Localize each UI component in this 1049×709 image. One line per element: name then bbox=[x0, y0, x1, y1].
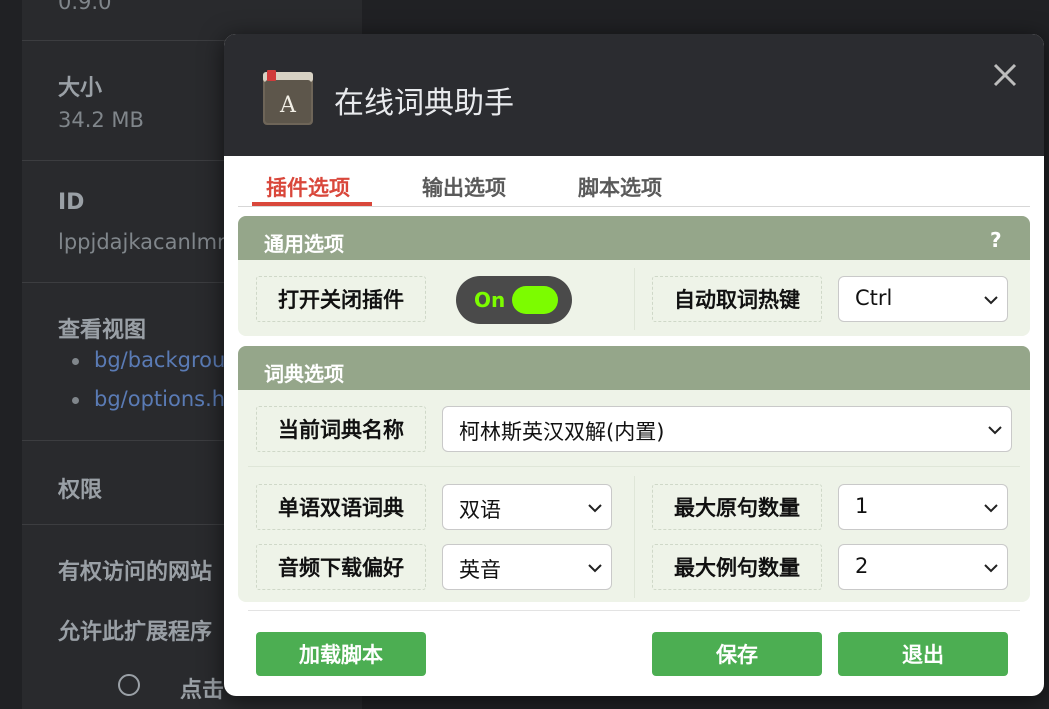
options-dialog: A 在线词典助手 插件选项 输出选项 脚本选项 通用选项 ? 打开关闭插件 On… bbox=[224, 34, 1044, 696]
chevron-down-icon bbox=[984, 296, 998, 305]
section-header: 词典选项 bbox=[238, 346, 1030, 390]
row-divider bbox=[248, 466, 1020, 467]
toggle-state-text: On bbox=[474, 288, 506, 312]
current-dict-value: 柯林斯英汉双解(内置) bbox=[459, 420, 665, 444]
current-dict-select[interactable]: 柯林斯英汉双解(内置) bbox=[442, 406, 1012, 452]
tab-output-options[interactable]: 输出选项 bbox=[422, 172, 506, 202]
svg-text:A: A bbox=[279, 93, 297, 118]
view-link-options[interactable]: bg/options.h bbox=[94, 387, 225, 411]
word-dict-label: 单语双语词典 bbox=[256, 484, 426, 530]
hotkey-label: 自动取词热键 bbox=[652, 276, 822, 322]
load-script-button[interactable]: 加载脚本 bbox=[256, 632, 426, 676]
hotkey-value: Ctrl bbox=[855, 286, 893, 310]
dialog-title: 在线词典助手 bbox=[334, 86, 514, 121]
audio-pref-label: 音频下载偏好 bbox=[256, 544, 426, 590]
chevron-down-icon bbox=[984, 504, 998, 513]
plugin-toggle-switch[interactable]: On bbox=[456, 276, 572, 324]
dictionary-options-section: 词典选项 当前词典名称 柯林斯英汉双解(内置) 单语双语词典 双语 最大原句数量… bbox=[238, 346, 1030, 602]
id-title: ID bbox=[58, 190, 85, 215]
max-example-value: 2 bbox=[855, 554, 869, 578]
max-orig-value: 1 bbox=[855, 494, 869, 518]
chevron-down-icon bbox=[988, 426, 1002, 435]
size-value: 34.2 MB bbox=[58, 108, 144, 132]
max-orig-select[interactable]: 1 bbox=[838, 484, 1008, 530]
toggle-plugin-label: 打开关闭插件 bbox=[256, 276, 426, 322]
tab-plugin-options[interactable]: 插件选项 bbox=[266, 172, 350, 202]
audio-pref-select[interactable]: 英音 bbox=[442, 544, 612, 590]
toggle-knob bbox=[512, 286, 558, 314]
help-icon[interactable]: ? bbox=[990, 228, 1002, 252]
chevron-down-icon bbox=[984, 564, 998, 573]
options-tabs: 插件选项 输出选项 脚本选项 bbox=[238, 156, 1030, 207]
version-value: 0.9.0 bbox=[58, 0, 112, 14]
section-header: 通用选项 ? bbox=[238, 216, 1030, 260]
hotkey-select[interactable]: Ctrl bbox=[838, 276, 1008, 322]
size-title: 大小 bbox=[58, 76, 103, 101]
tab-script-options[interactable]: 脚本选项 bbox=[578, 172, 662, 202]
id-value: lppjdajkacanlmm bbox=[58, 230, 238, 254]
view-link-background[interactable]: bg/backgrou bbox=[94, 348, 225, 372]
column-divider bbox=[634, 268, 635, 330]
bullet bbox=[72, 358, 79, 365]
word-dict-select[interactable]: 双语 bbox=[442, 484, 612, 530]
exit-button[interactable]: 退出 bbox=[838, 632, 1008, 676]
max-orig-label: 最大原句数量 bbox=[652, 484, 822, 530]
allow-title: 允许此扩展程序 bbox=[58, 620, 213, 645]
chevron-down-icon bbox=[588, 564, 602, 573]
word-dict-value: 双语 bbox=[459, 498, 501, 522]
section-title: 通用选项 bbox=[264, 232, 344, 256]
bullet bbox=[72, 397, 79, 404]
general-options-section: 通用选项 ? 打开关闭插件 On 自动取词热键 Ctrl bbox=[238, 216, 1030, 336]
column-divider bbox=[634, 476, 635, 598]
max-example-label: 最大例句数量 bbox=[652, 544, 822, 590]
audio-pref-value: 英音 bbox=[459, 558, 501, 582]
permissions-title: 权限 bbox=[58, 478, 103, 503]
views-title: 查看视图 bbox=[58, 318, 147, 343]
close-icon[interactable] bbox=[988, 58, 1022, 92]
max-example-select[interactable]: 2 bbox=[838, 544, 1008, 590]
save-button[interactable]: 保存 bbox=[652, 632, 822, 676]
site-access-radio[interactable] bbox=[118, 674, 140, 696]
click-option-label: 点击 bbox=[180, 678, 225, 703]
site-access-title: 有权访问的网站 bbox=[58, 560, 213, 585]
dictionary-book-icon: A bbox=[263, 70, 313, 125]
active-tab-indicator bbox=[252, 202, 372, 206]
current-dict-label: 当前词典名称 bbox=[256, 406, 426, 452]
footer-divider bbox=[248, 610, 1020, 611]
chevron-down-icon bbox=[588, 504, 602, 513]
dialog-header: A 在线词典助手 bbox=[224, 34, 1044, 156]
section-title: 词典选项 bbox=[264, 362, 344, 386]
